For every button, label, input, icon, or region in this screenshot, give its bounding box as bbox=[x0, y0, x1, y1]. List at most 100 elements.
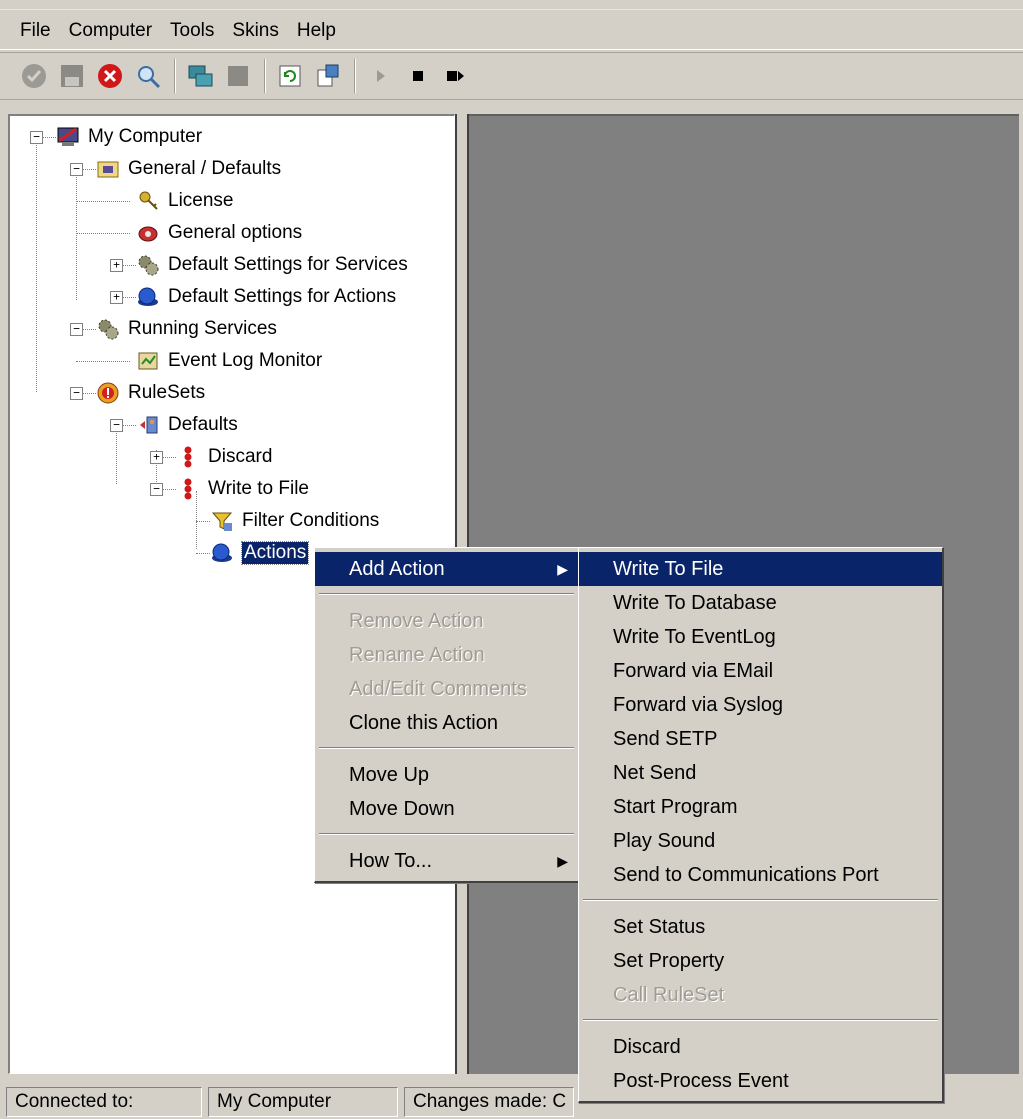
collapse-toggle[interactable]: − bbox=[150, 483, 163, 496]
tree-label-selected: Actions bbox=[240, 541, 310, 565]
tree-line bbox=[36, 142, 37, 392]
stop-icon[interactable] bbox=[402, 60, 434, 92]
status-computer-name: My Computer bbox=[208, 1086, 398, 1117]
search-icon[interactable] bbox=[132, 60, 164, 92]
menu-separator bbox=[319, 833, 574, 835]
tree-label: General / Defaults bbox=[128, 158, 282, 179]
stop-next-icon[interactable] bbox=[440, 60, 472, 92]
tree-label: Filter Conditions bbox=[242, 510, 380, 531]
menu-skins[interactable]: Skins bbox=[226, 16, 284, 46]
menu-item-how-to[interactable]: How To... ▶ bbox=[315, 844, 578, 878]
refresh-icon[interactable] bbox=[274, 60, 306, 92]
context-menu: Add Action ▶ Remove Action Rename Action… bbox=[314, 547, 580, 883]
tree-line bbox=[82, 393, 96, 394]
disconnect-icon[interactable] bbox=[222, 60, 254, 92]
submenu-item-set-property[interactable]: Set Property bbox=[579, 944, 942, 978]
action-ball-icon bbox=[136, 285, 160, 309]
tree-node-actions[interactable]: Actions bbox=[210, 538, 310, 568]
menu-item-rename-action[interactable]: Rename Action bbox=[315, 638, 578, 672]
save-icon[interactable] bbox=[56, 60, 88, 92]
tree-label: Event Log Monitor bbox=[168, 350, 323, 371]
cancel-icon[interactable] bbox=[94, 60, 126, 92]
config-icon[interactable] bbox=[312, 60, 344, 92]
filter-icon bbox=[210, 509, 234, 533]
submenu-item-send-setp[interactable]: Send SETP bbox=[579, 722, 942, 756]
tree-label: Defaults bbox=[168, 414, 238, 435]
collapse-toggle[interactable]: − bbox=[70, 163, 83, 176]
tree-node-rulesets[interactable]: RuleSets bbox=[96, 378, 205, 408]
window-top-edge bbox=[0, 0, 1023, 10]
tree-node-default-actions[interactable]: Default Settings for Actions bbox=[136, 282, 396, 312]
connect-icon[interactable] bbox=[184, 60, 216, 92]
collapse-toggle[interactable]: − bbox=[70, 387, 83, 400]
tree-node-write-to-file[interactable]: Write to File bbox=[176, 474, 309, 504]
tree-label: General options bbox=[168, 222, 303, 243]
tree-label: Default Settings for Actions bbox=[168, 286, 397, 307]
submenu-item-set-status[interactable]: Set Status bbox=[579, 910, 942, 944]
submenu-item-play-sound[interactable]: Play Sound bbox=[579, 824, 942, 858]
rule-icon bbox=[176, 445, 200, 469]
tree-line bbox=[122, 297, 136, 298]
check-icon[interactable] bbox=[18, 60, 50, 92]
tree-line bbox=[76, 201, 130, 202]
menu-separator bbox=[319, 747, 574, 749]
menu-tools[interactable]: Tools bbox=[164, 16, 220, 46]
status-connected-label: Connected to: bbox=[6, 1086, 202, 1117]
submenu-item-write-to-eventlog[interactable]: Write To EventLog bbox=[579, 620, 942, 654]
tree-node-general-options[interactable]: General options bbox=[136, 218, 302, 248]
menu-item-add-edit-comments[interactable]: Add/Edit Comments bbox=[315, 672, 578, 706]
collapse-toggle[interactable]: − bbox=[110, 419, 123, 432]
tree-node-filter-conditions[interactable]: Filter Conditions bbox=[210, 506, 379, 536]
expand-toggle[interactable]: + bbox=[150, 451, 163, 464]
submenu-item-write-to-file[interactable]: Write To File bbox=[579, 552, 942, 586]
tree-label: Default Settings for Services bbox=[168, 254, 408, 275]
toolbar-separator bbox=[264, 59, 266, 93]
submenu-arrow-icon: ▶ bbox=[557, 560, 568, 577]
rulesets-icon bbox=[96, 381, 120, 405]
tree-node-general-defaults[interactable]: General / Defaults bbox=[96, 154, 281, 184]
gears-icon bbox=[136, 253, 160, 277]
tree-node-discard[interactable]: Discard bbox=[176, 442, 272, 472]
submenu-item-send-comm-port[interactable]: Send to Communications Port bbox=[579, 858, 942, 892]
expand-toggle[interactable]: + bbox=[110, 291, 123, 304]
tree-line bbox=[162, 457, 176, 458]
tree-node-my-computer[interactable]: My Computer bbox=[56, 122, 202, 152]
submenu-item-write-to-database[interactable]: Write To Database bbox=[579, 586, 942, 620]
tree-node-event-log-monitor[interactable]: Event Log Monitor bbox=[136, 346, 322, 376]
menu-separator bbox=[583, 899, 938, 901]
submenu-item-discard[interactable]: Discard bbox=[579, 1030, 942, 1064]
menu-help[interactable]: Help bbox=[291, 16, 342, 46]
submenu-item-forward-syslog[interactable]: Forward via Syslog bbox=[579, 688, 942, 722]
collapse-toggle[interactable]: − bbox=[30, 131, 43, 144]
tree-node-license[interactable]: License bbox=[136, 186, 234, 216]
expand-toggle[interactable]: + bbox=[110, 259, 123, 272]
menu-computer[interactable]: Computer bbox=[63, 16, 158, 46]
submenu-item-forward-email[interactable]: Forward via EMail bbox=[579, 654, 942, 688]
menu-item-clone-action[interactable]: Clone this Action bbox=[315, 706, 578, 740]
submenu-arrow-icon: ▶ bbox=[557, 852, 568, 869]
tree-line bbox=[122, 265, 136, 266]
submenu-item-net-send[interactable]: Net Send bbox=[579, 756, 942, 790]
menu-separator bbox=[583, 1019, 938, 1021]
tree-line bbox=[42, 137, 56, 138]
menu-file[interactable]: File bbox=[14, 16, 57, 46]
collapse-toggle[interactable]: − bbox=[70, 323, 83, 336]
submenu-item-start-program[interactable]: Start Program bbox=[579, 790, 942, 824]
tree-node-default-services[interactable]: Default Settings for Services bbox=[136, 250, 408, 280]
tree-node-defaults[interactable]: Defaults bbox=[136, 410, 238, 440]
tree-line bbox=[122, 425, 136, 426]
submenu-item-call-ruleset[interactable]: Call RuleSet bbox=[579, 978, 942, 1012]
menu-item-move-down[interactable]: Move Down bbox=[315, 792, 578, 826]
tree-node-running-services[interactable]: Running Services bbox=[96, 314, 277, 344]
tree-label: Discard bbox=[208, 446, 273, 467]
menu-item-add-action[interactable]: Add Action ▶ bbox=[315, 552, 578, 586]
computer-icon bbox=[56, 125, 80, 149]
tree-line bbox=[196, 553, 210, 554]
menu-item-move-up[interactable]: Move Up bbox=[315, 758, 578, 792]
tree-line bbox=[162, 489, 176, 490]
menu-item-remove-action[interactable]: Remove Action bbox=[315, 604, 578, 638]
add-action-submenu: Write To File Write To Database Write To… bbox=[578, 547, 944, 1103]
tree-line bbox=[76, 233, 130, 234]
tree-line bbox=[196, 521, 210, 522]
play-icon[interactable] bbox=[364, 60, 396, 92]
